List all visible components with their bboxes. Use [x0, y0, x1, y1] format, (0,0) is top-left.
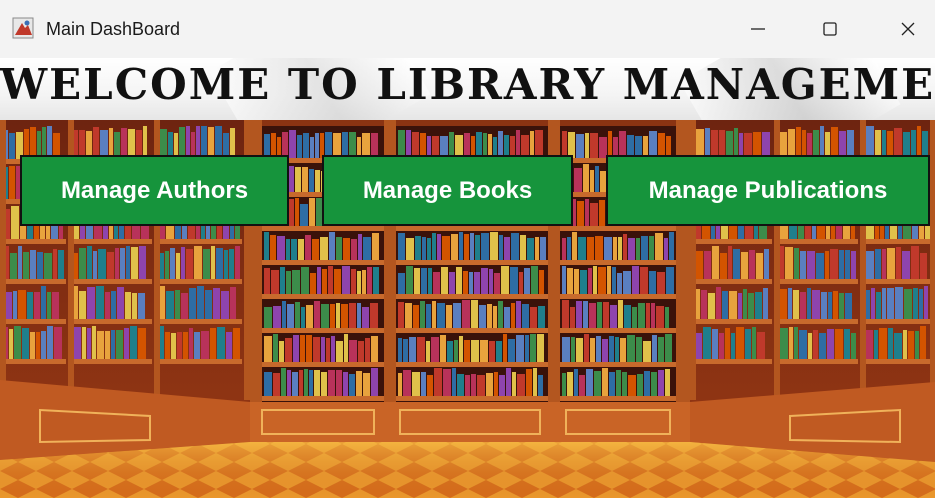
- maximize-icon: [823, 22, 837, 36]
- main-dashboard-window: Main DashBoard Welcome to Library Manage…: [0, 0, 935, 498]
- maximize-button[interactable]: [802, 10, 858, 48]
- banner-title: Welcome to Library Management: [0, 60, 935, 109]
- manage-authors-button[interactable]: Manage Authors: [20, 155, 289, 226]
- title-bar: Main DashBoard: [0, 0, 935, 58]
- java-app-icon: [12, 17, 34, 39]
- close-icon: [901, 22, 915, 36]
- welcome-banner: Welcome to Library Management: [0, 58, 935, 120]
- manage-books-button[interactable]: Manage Books: [322, 155, 573, 226]
- manage-publications-button[interactable]: Manage Publications: [606, 155, 930, 226]
- close-button[interactable]: [880, 10, 935, 48]
- minimize-button[interactable]: [730, 10, 786, 48]
- window-title: Main DashBoard: [46, 19, 181, 39]
- minimize-icon: [751, 28, 765, 30]
